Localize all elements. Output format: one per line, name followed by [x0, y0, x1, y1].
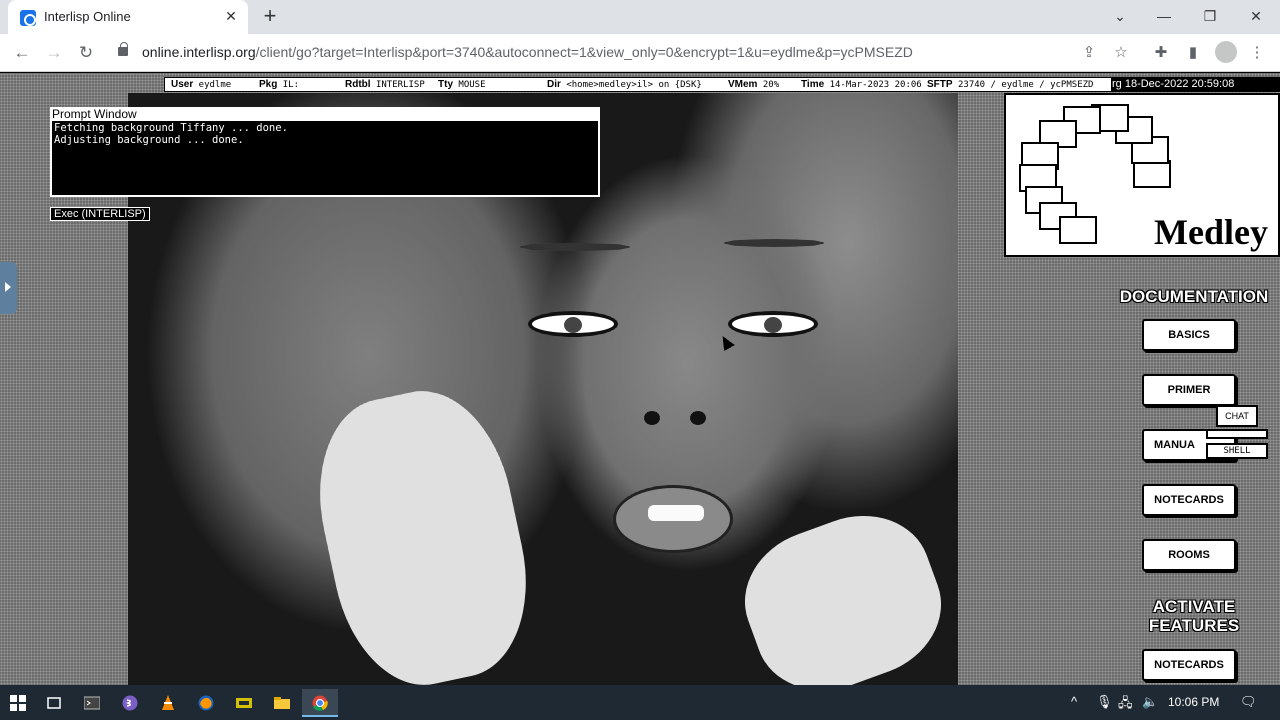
medley-logo-text: Medley [1154, 212, 1268, 252]
chat-screen: CHAT [1216, 405, 1258, 427]
medley-status-bar: User eydlme Pkg IL: Rdtbl INTERLISP Tty … [164, 77, 1112, 92]
prompt-line: Fetching background Tiffany ... done. [54, 122, 288, 134]
documentation-heading: DOCUMENTATION [1119, 287, 1269, 306]
emacs-icon[interactable] [112, 689, 148, 717]
back-icon[interactable]: ← [10, 41, 34, 65]
status-tty-label: Tty [438, 79, 453, 90]
status-tty-value: MOUSE [458, 80, 486, 90]
tab-title: Interlisp Online [44, 9, 131, 24]
tab-strip: Interlisp Online ✕ + ⌄ — ❐ ✕ [0, 0, 1280, 34]
volume-icon[interactable]: 🔈 [1142, 694, 1158, 710]
shell-label: SHELL [1206, 443, 1268, 459]
medley-desktop[interactable]: User eydlme Pkg IL: Rdtbl INTERLISP Tty … [0, 73, 1280, 685]
vlc-icon[interactable] [150, 689, 186, 717]
status-vmem-value: 20% [762, 80, 780, 90]
notecards-doc-button[interactable]: NOTECARDS [1142, 484, 1236, 516]
prompt-window-title[interactable]: Prompt Window [50, 107, 600, 121]
eye-left [528, 311, 618, 337]
chrome-icon[interactable] [302, 689, 338, 717]
file-explorer-icon[interactable] [264, 689, 300, 717]
tray-chevron-icon[interactable]: ^ [1071, 694, 1077, 709]
eye-right [728, 311, 818, 337]
status-vmem-label: VMem [728, 79, 758, 90]
prompt-window-body[interactable]: Fetching background Tiffany ... done. Adj… [50, 121, 600, 197]
url-path: /client/go?target=Interlisp&port=3740&au… [255, 44, 913, 60]
status-pkg-value: IL: [282, 80, 300, 90]
microphone-icon[interactable]: 🎙 [1096, 694, 1113, 710]
share-icon[interactable]: ⇪ [1078, 42, 1100, 64]
prompt-line: Adjusting background ... done. [54, 134, 244, 146]
new-tab-button[interactable]: + [258, 4, 282, 28]
activate-features-line1: ACTIVATE [1152, 597, 1236, 616]
terminal-icon[interactable] [74, 689, 110, 717]
status-time-label: Time [801, 79, 825, 90]
status-rdtbl-label: Rdtbl [345, 79, 371, 90]
hand-right [726, 495, 958, 685]
reload-icon[interactable]: ↻ [74, 41, 98, 65]
brow-right [724, 239, 824, 247]
status-sftp-label: SFTP [927, 79, 953, 90]
status-time-value: 14-Mar-2023 20:06 [829, 80, 922, 90]
forward-icon[interactable]: → [42, 41, 66, 65]
browser-toolbar: ← → ↻ online.interlisp.org/client/go?tar… [0, 34, 1280, 72]
url-host: online.interlisp.org [142, 44, 256, 60]
network-icon[interactable]: 🖧 [1118, 694, 1133, 716]
hand-left [299, 376, 547, 685]
restore-icon[interactable]: ❐ [1194, 4, 1226, 28]
start-icon[interactable] [0, 689, 36, 717]
rooms-button[interactable]: ROOMS [1142, 539, 1236, 571]
vnc-sidebar-handle-icon[interactable] [0, 262, 17, 314]
chat-shell-widget[interactable]: CHAT SHELL [1206, 403, 1268, 463]
browser-tab[interactable]: Interlisp Online ✕ [8, 0, 248, 34]
notecards-activate-button[interactable]: NOTECARDS [1142, 649, 1236, 681]
task-view-icon[interactable] [36, 689, 72, 717]
primer-button[interactable]: PRIMER [1142, 374, 1236, 406]
activate-features-heading: ACTIVATE FEATURES [1108, 597, 1280, 635]
profile-icon[interactable] [1215, 41, 1237, 63]
status-dir-label: Dir [547, 79, 561, 90]
status-dir-value: <home>medley>il> on {DSK} [566, 80, 702, 90]
close-window-icon[interactable]: ✕ [1240, 4, 1272, 28]
sidepanel-icon[interactable]: ▮ [1182, 42, 1204, 64]
taskbar-clock[interactable]: 10:06 PM [1168, 695, 1219, 709]
lock-icon[interactable] [118, 42, 128, 56]
notepad-icon[interactable] [226, 689, 262, 717]
tab-search-icon[interactable]: ⌄ [1104, 4, 1136, 28]
minimize-icon[interactable]: — [1148, 4, 1180, 28]
medley-clock: rg 18-Dec-2022 20:59:08 [1112, 77, 1280, 92]
firefox-icon[interactable] [188, 689, 224, 717]
teeth [648, 505, 704, 521]
notifications-icon[interactable]: 🗨 [1240, 694, 1257, 710]
windows-taskbar: ^ 🎙 🖧 🔈 10:06 PM 🗨 [0, 685, 1280, 720]
nostril-right [690, 411, 706, 425]
menu-icon[interactable]: ⋮ [1246, 42, 1268, 64]
basics-button[interactable]: BASICS [1142, 319, 1236, 351]
activate-features-line2: FEATURES [1148, 616, 1240, 635]
interlisp-favicon-icon [20, 10, 36, 26]
tab-close-icon[interactable]: ✕ [222, 7, 240, 25]
status-user-label: User [171, 79, 194, 90]
status-rdtbl-value: INTERLISP [375, 80, 425, 90]
nostril-left [644, 411, 660, 425]
medley-logo: Medley [1004, 93, 1280, 257]
chat-keyboard [1206, 429, 1268, 439]
brow-left [520, 243, 630, 251]
status-user-value: eydlme [198, 80, 232, 90]
status-pkg-label: Pkg [259, 79, 278, 90]
address-bar[interactable]: online.interlisp.org/client/go?target=In… [142, 44, 913, 60]
exec-window-title[interactable]: Exec (INTERLISP) [50, 207, 150, 221]
extensions-icon[interactable]: ✚ [1150, 42, 1172, 64]
status-sftp-value: 23740 / eydlme / ycPMSEZD [957, 80, 1094, 90]
star-icon[interactable]: ☆ [1110, 42, 1132, 64]
